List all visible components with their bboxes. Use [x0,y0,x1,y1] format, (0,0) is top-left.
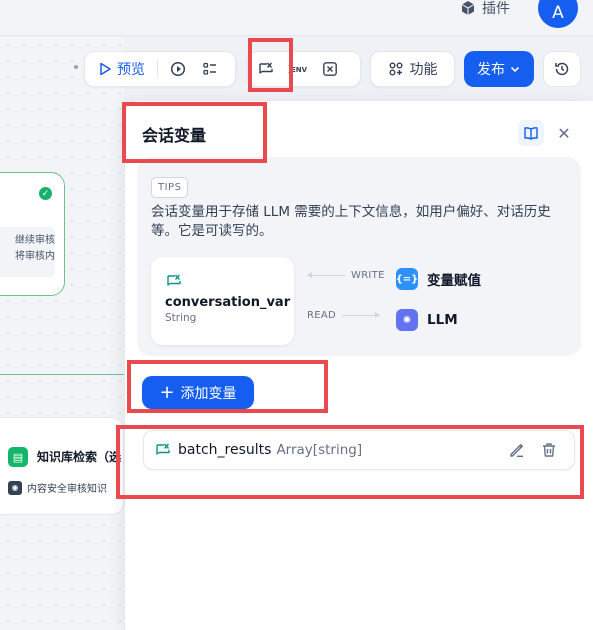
publish-button[interactable]: 发布 [464,51,534,87]
divider-dot [74,65,78,69]
system-variables-button[interactable] [314,55,346,83]
top-header: 插件 A [0,0,593,36]
example-variable-type: String [165,312,197,324]
play-icon [100,62,111,76]
success-check-icon: ✓ [39,187,52,200]
version-history-button[interactable] [543,51,581,87]
chat-variable-icon [259,62,273,74]
node-dataset: ◉ 内容安全审核知识 [8,480,107,495]
example-variable-card: conversation_var String [151,257,294,345]
connection-line [0,374,124,375]
features-group: 功能 [370,51,455,87]
tips-badge: TIPS [151,177,189,198]
llm-icon: ✺ [396,309,418,331]
conversation-variables-button[interactable] [250,55,282,83]
add-variable-button[interactable]: + 添加变量 [142,376,254,409]
plugins-link[interactable]: 插件 [460,0,510,17]
variable-assigner-target: {=} 变量赋值 [396,268,481,290]
write-flow: WRITE [307,270,385,281]
preview-label: 预览 [117,62,145,78]
node-text-line: 继续审核 [15,235,55,246]
features-button[interactable]: 功能 [371,55,454,83]
node-title: 知识库检索（选 [37,450,122,464]
add-variable-label: 添加变量 [180,385,237,402]
llm-label: LLM [427,312,458,328]
plugins-label: 插件 [482,1,510,17]
checklist-button[interactable] [194,55,226,83]
clock-play-icon [170,61,186,77]
chat-variable-icon [156,443,170,455]
knowledge-retrieval-node[interactable]: ▤ 知识库检索（选 ◉ 内容安全审核知识 [0,417,124,515]
run-history-button[interactable] [162,55,194,83]
variable-type: Array[string] [276,442,363,458]
chat-variable-icon [167,274,181,286]
workflow-canvas[interactable]: ✓ 继续审核 将审核内 ▤ 知识库检索（选 ◉ 内容安全审核知识 [0,37,124,630]
node-content: 继续审核 将审核内 [0,227,55,277]
tips-box: TIPS 会话变量用于存储 LLM 需要的上下文信息，如用户偏好、对话历史等。它… [137,157,581,356]
llm-target: ✺ LLM [396,309,458,331]
panel-title: 会话变量 [142,126,207,145]
variable-assigner-icon: {=} [396,268,418,290]
read-label: READ [307,310,337,321]
divider [157,60,158,78]
edit-icon[interactable] [508,441,526,459]
env-icon: ENV [288,63,308,75]
book-open-icon [524,127,538,140]
preview-group: 预览 [84,51,236,87]
preview-button[interactable]: 预览 [89,55,153,83]
variable-x-icon [323,62,337,76]
history-icon [555,62,569,76]
variables-group: ENV [247,51,361,87]
arrow-right-icon [342,312,381,318]
tips-text: 会话变量用于存储 LLM 需要的上下文信息，如用户偏好、对话历史等。它是可读写的… [151,204,551,239]
read-flow: READ [307,310,381,321]
features-label: 功能 [409,62,438,78]
workflow-node[interactable]: ✓ 继续审核 将审核内 [0,172,65,296]
env-variables-button[interactable]: ENV [282,55,314,83]
checklist-icon [203,62,216,75]
close-button[interactable]: ✕ [554,121,574,145]
plus-icon: + [159,381,175,403]
chevron-down-icon [510,66,520,73]
dataset-label: 内容安全审核知识 [27,484,107,495]
write-label: WRITE [351,270,385,281]
conversation-variables-panel: 会话变量 ✕ TIPS 会话变量用于存储 LLM 需要的上下文信息，如用户偏好、… [124,101,593,630]
arrow-left-icon [307,272,345,278]
book-icon: ▤ [8,447,28,467]
features-icon [389,62,402,76]
avatar[interactable]: A [538,0,578,28]
cube-icon [461,1,475,15]
variable-name: batch_results [178,442,272,458]
delete-icon[interactable] [540,441,558,459]
close-icon: ✕ [557,123,571,143]
dataset-icon: ◉ [8,480,22,495]
assign-label: 变量赋值 [427,273,481,289]
env-label: ENV [291,66,308,74]
node-text-line: 将审核内 [15,251,55,262]
example-variable-name: conversation_var [165,295,291,310]
variable-row[interactable]: batch_results Array[string] [143,430,575,470]
publish-label: 发布 [477,62,505,78]
documentation-button[interactable] [518,120,544,146]
